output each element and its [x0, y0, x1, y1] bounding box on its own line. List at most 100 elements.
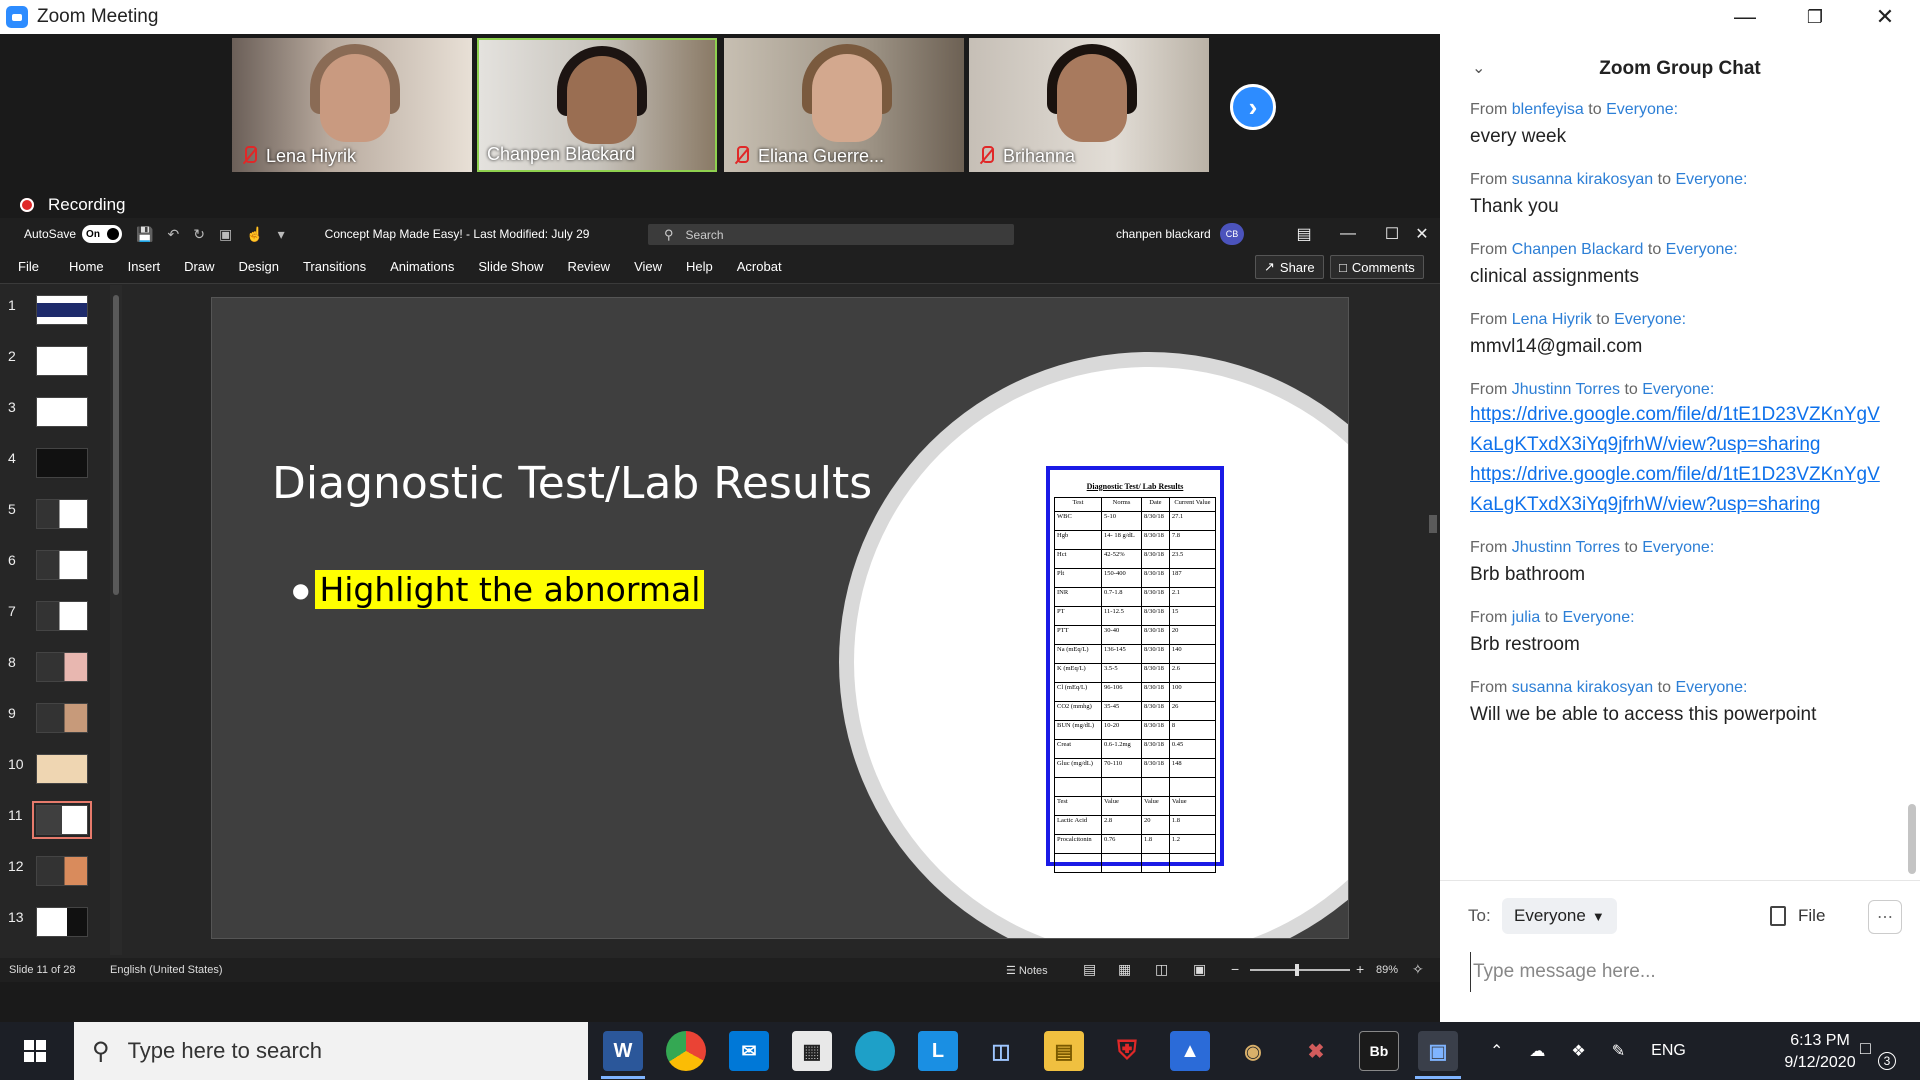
sender-name[interactable]: Jhustinn Torres [1512, 381, 1620, 398]
zoom-out-icon[interactable]: − [1231, 961, 1239, 977]
slide-thumbnail[interactable]: 9 [0, 699, 100, 741]
dropbox-icon[interactable]: ❖ [1571, 1041, 1585, 1061]
slide-thumbnail[interactable]: 8 [0, 648, 100, 690]
tab-acrobat[interactable]: Acrobat [725, 259, 794, 274]
taskbar-search[interactable]: ⚲ Type here to search [74, 1022, 588, 1080]
redo-icon[interactable]: ↻ [193, 226, 205, 243]
start-button[interactable] [0, 1022, 70, 1080]
tab-home[interactable]: Home [57, 259, 116, 274]
message-link[interactable]: https://drive.google.com/file/d/1tE1D23V… [1470, 400, 1890, 460]
ppt-minimize-button[interactable]: — [1326, 218, 1370, 250]
current-slide[interactable]: Diagnostic Test/Lab Results ● Highlight … [211, 297, 1349, 939]
recipient-select[interactable]: Everyone ▼ [1502, 898, 1617, 934]
comments-button[interactable]: □ Comments [1330, 255, 1424, 279]
zoom-slider[interactable] [1250, 964, 1350, 976]
slide-thumbnail[interactable]: 3 [0, 393, 100, 435]
word-app-icon[interactable]: W [603, 1031, 643, 1071]
close-button[interactable]: ✕ [1850, 0, 1920, 34]
security-app-icon[interactable]: ⛨ [1107, 1031, 1147, 1071]
recipient-name[interactable]: Everyone: [1606, 101, 1678, 118]
tab-insert[interactable]: Insert [116, 259, 173, 274]
restore-button[interactable]: ❐ [1780, 0, 1850, 34]
present-icon[interactable]: ▣ [219, 226, 232, 243]
customize-toolbar-icon[interactable]: ▾ [278, 226, 285, 243]
slide-thumbnail[interactable]: 13 [0, 903, 100, 945]
save-icon[interactable]: 💾 [136, 226, 153, 243]
recipient-name[interactable]: Everyone: [1614, 311, 1686, 328]
message-input[interactable] [1470, 952, 1890, 992]
connect-app-icon[interactable]: ◫ [981, 1031, 1021, 1071]
slide-thumbnail[interactable]: 4 [0, 444, 100, 486]
scanner-app-icon[interactable]: ▲ [1170, 1031, 1210, 1071]
tab-animations[interactable]: Animations [378, 259, 466, 274]
ppt-close-button[interactable]: ✕ [1400, 218, 1444, 250]
next-page-button[interactable]: › [1230, 84, 1276, 130]
file-button[interactable]: File [1770, 898, 1825, 934]
tab-design[interactable]: Design [227, 259, 291, 274]
paint-app-icon[interactable]: ◉ [1233, 1031, 1273, 1071]
recording-indicator[interactable]: Recording [20, 195, 126, 215]
slide-thumbnail[interactable]: 6 [0, 546, 100, 588]
video-tile-active-speaker[interactable]: Chanpen Blackard [477, 38, 717, 172]
zoom-app-icon[interactable]: ▣ [1418, 1031, 1458, 1071]
sender-name[interactable]: Lena Hiyrik [1512, 311, 1592, 328]
tab-help[interactable]: Help [674, 259, 725, 274]
tab-review[interactable]: Review [555, 259, 622, 274]
fit-slide-icon[interactable]: ✧ [1412, 961, 1424, 978]
snipping-tool-icon[interactable]: ✖ [1296, 1031, 1336, 1071]
slide-title[interactable]: Diagnostic Test/Lab Results [272, 458, 872, 509]
onedrive-icon[interactable]: ☁ [1529, 1041, 1545, 1061]
slide-thumbnail[interactable]: 12 [0, 852, 100, 894]
tab-view[interactable]: View [622, 259, 674, 274]
recipient-name[interactable]: Everyone: [1666, 241, 1738, 258]
chrome-app-icon[interactable] [666, 1031, 706, 1071]
lab-results-image[interactable]: Diagnostic Test/ Lab Results Test Norms Da… [1046, 466, 1224, 873]
slide-thumbnail-selected[interactable]: 11 [0, 801, 100, 843]
video-tile[interactable]: Lena Hiyrik [232, 38, 472, 172]
language-indicator[interactable]: English (United States) [110, 964, 223, 976]
recipient-name[interactable]: Everyone: [1642, 381, 1714, 398]
slide-thumbnail[interactable]: 2 [0, 342, 100, 384]
edge-app-icon[interactable] [855, 1031, 895, 1071]
zoom-level[interactable]: 89% [1376, 964, 1398, 976]
recipient-name[interactable]: Everyone: [1675, 171, 1747, 188]
message-link[interactable]: https://drive.google.com/file/d/1tE1D23V… [1470, 460, 1890, 520]
launcher-app-icon[interactable]: L [918, 1031, 958, 1071]
notes-button[interactable]: ☰ Notes [1006, 964, 1048, 977]
video-tile[interactable]: Brihanna [969, 38, 1209, 172]
document-title[interactable]: Concept Map Made Easy! - Last Modified: … [325, 227, 590, 241]
sender-name[interactable]: Jhustinn Torres [1512, 539, 1620, 556]
zoom-in-icon[interactable]: + [1356, 961, 1364, 977]
share-button[interactable]: ↗ Share [1255, 255, 1324, 279]
sender-name[interactable]: blenfeyisa [1512, 101, 1584, 118]
file-explorer-icon[interactable]: ▤ [1044, 1031, 1084, 1071]
normal-view-icon[interactable]: ▤ [1083, 961, 1096, 978]
more-options-button[interactable]: ⋯ [1868, 900, 1902, 934]
recipient-name[interactable]: Everyone: [1675, 679, 1747, 696]
ribbon-display-icon[interactable]: ▤ [1282, 218, 1326, 250]
recipient-name[interactable]: Everyone: [1642, 539, 1714, 556]
slide-scrollbar[interactable] [1426, 285, 1440, 970]
chat-scrollbar[interactable] [1908, 804, 1916, 874]
sender-name[interactable]: Chanpen Blackard [1512, 241, 1644, 258]
sender-name[interactable]: susanna kirakosyan [1512, 679, 1653, 696]
video-tile[interactable]: Eliana Guerre... [724, 38, 964, 172]
tab-transitions[interactable]: Transitions [291, 259, 378, 274]
reading-view-icon[interactable]: ◫ [1155, 961, 1168, 978]
tab-file[interactable]: File [6, 259, 51, 274]
avatar[interactable]: CB [1220, 223, 1244, 245]
slide-thumbnail[interactable]: 5 [0, 495, 100, 537]
sender-name[interactable]: julia [1512, 609, 1540, 626]
slide-sorter-icon[interactable]: ▦ [1118, 961, 1131, 978]
autosave-toggle[interactable]: On [82, 225, 123, 243]
language-indicator[interactable]: ENG [1651, 1042, 1686, 1060]
ppt-search-box[interactable]: ⚲ Search [648, 224, 1014, 245]
thumbnail-scrollbar[interactable] [110, 285, 122, 955]
slideshow-view-icon[interactable]: ▣ [1193, 961, 1206, 978]
slide-bullet[interactable]: ● Highlight the abnormal [292, 570, 705, 609]
show-hidden-icons-icon[interactable]: ⌃ [1490, 1041, 1503, 1061]
recipient-name[interactable]: Everyone: [1563, 609, 1635, 626]
slide-thumbnail[interactable]: 7 [0, 597, 100, 639]
undo-icon[interactable]: ↶ [167, 226, 179, 243]
pen-icon[interactable]: ✎ [1612, 1041, 1625, 1061]
